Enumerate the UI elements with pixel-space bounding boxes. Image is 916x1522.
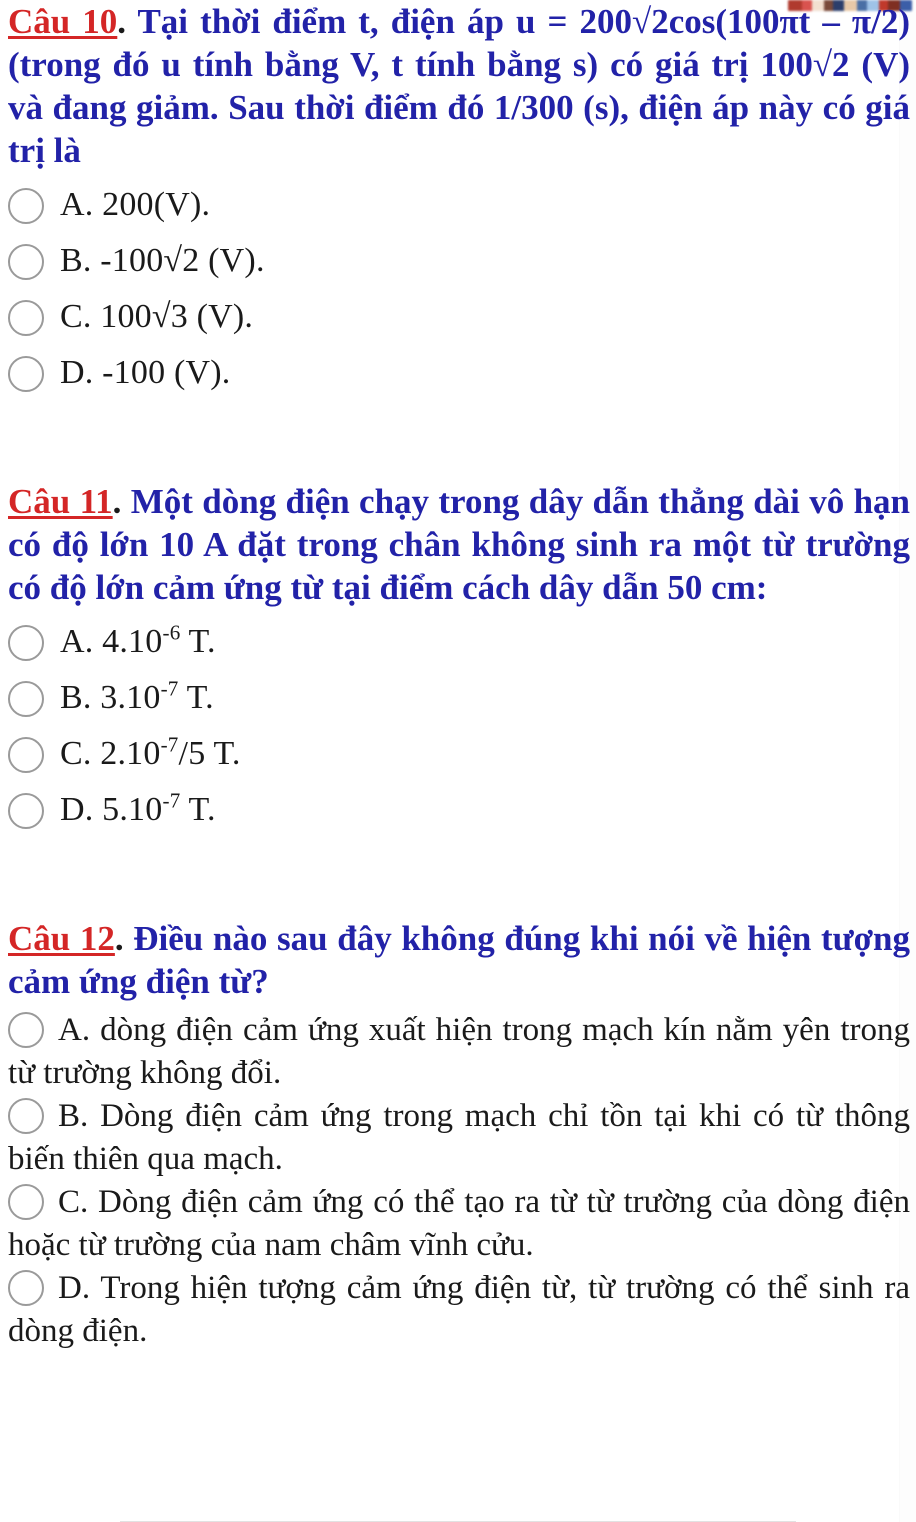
question-label-12: Câu 12 — [8, 919, 115, 958]
option-suffix: T. — [178, 679, 214, 716]
radio-icon[interactable] — [8, 1098, 44, 1134]
option-label: D. -100 (V). — [60, 354, 231, 391]
option-12-d[interactable]: D. Trong hiện tượng cảm ứng điện từ, từ … — [8, 1267, 910, 1353]
option-11-a[interactable]: A. 4.10-6 T. — [8, 615, 910, 669]
radio-icon[interactable] — [8, 793, 44, 829]
option-label: C. 100√3 (V). — [60, 298, 254, 335]
option-prefix: A. 4.10 — [60, 623, 163, 660]
option-11-b[interactable]: B. 3.10-7 T. — [8, 671, 910, 725]
question-block-11: Câu 11. Một dòng điện chạy trong dây dẫn… — [0, 480, 916, 837]
option-label: D. Trong hiện tượng cảm ứng điện từ, từ … — [8, 1270, 910, 1349]
option-suffix: /5 T. — [178, 735, 241, 772]
option-label: B. -100√2 (V). — [60, 242, 265, 279]
option-exponent: -6 — [162, 620, 181, 645]
option-prefix: B. 3.10 — [60, 679, 161, 716]
question-label-10: Câu 10 — [8, 2, 118, 41]
quiz-page: Câu 10. Tại thời điểm t, điện áp u = 200… — [0, 0, 916, 1353]
radio-icon[interactable] — [8, 188, 44, 224]
question-text-10: Tại thời điểm t, điện áp u = 200√2cos(10… — [8, 2, 910, 170]
option-10-a[interactable]: A. 200(V). — [8, 178, 910, 232]
radio-icon[interactable] — [8, 1184, 44, 1220]
option-exponent: -7 — [160, 732, 179, 757]
question-text-11: Một dòng điện chạy trong dây dẫn thẳng d… — [8, 482, 911, 607]
radio-icon[interactable] — [8, 625, 44, 661]
option-exponent: -7 — [162, 788, 181, 813]
option-label: B. Dòng điện cảm ứng trong mạch chỉ tồn … — [8, 1098, 910, 1177]
option-10-d[interactable]: D. -100 (V). — [8, 346, 910, 400]
question-block-12: Câu 12. Điều nào sau đây không đúng khi … — [0, 917, 916, 1353]
question-stem-11: Câu 11. Một dòng điện chạy trong dây dẫn… — [8, 480, 910, 609]
option-prefix: C. 2.10 — [60, 735, 161, 772]
question-gap — [0, 839, 916, 917]
option-exponent: -7 — [160, 676, 179, 701]
radio-icon[interactable] — [8, 1012, 44, 1048]
option-label: C. 2.10-7/5 T. — [60, 732, 241, 772]
question-gap — [0, 402, 916, 480]
radio-icon[interactable] — [8, 1270, 44, 1306]
radio-icon[interactable] — [8, 244, 44, 280]
option-10-c[interactable]: C. 100√3 (V). — [8, 290, 910, 344]
option-suffix: T. — [180, 623, 216, 660]
option-label: C. Dòng điện cảm ứng có thể tạo ra từ từ… — [8, 1184, 910, 1263]
question-block-10: Câu 10. Tại thời điểm t, điện áp u = 200… — [0, 0, 916, 400]
option-label: B. 3.10-7 T. — [60, 676, 214, 716]
option-12-a[interactable]: A. dòng điện cảm ứng xuất hiện trong mạc… — [8, 1009, 910, 1095]
options-list-10: A. 200(V). B. -100√2 (V). C. 100√3 (V). … — [8, 178, 910, 400]
option-12-b[interactable]: B. Dòng điện cảm ứng trong mạch chỉ tồn … — [8, 1095, 910, 1181]
radio-icon[interactable] — [8, 737, 44, 773]
radio-icon[interactable] — [8, 681, 44, 717]
options-list-11: A. 4.10-6 T. B. 3.10-7 T. C. 2.10-7/5 T.… — [8, 615, 910, 837]
question-stem-12: Câu 12. Điều nào sau đây không đúng khi … — [8, 917, 910, 1003]
option-11-d[interactable]: D. 5.10-7 T. — [8, 783, 910, 837]
question-separator-12: . — [114, 919, 124, 958]
option-11-c[interactable]: C. 2.10-7/5 T. — [8, 727, 910, 781]
option-label: A. dòng điện cảm ứng xuất hiện trong mạc… — [8, 1012, 910, 1091]
question-separator-10: . — [117, 2, 127, 41]
option-suffix: T. — [180, 791, 216, 828]
option-12-c[interactable]: C. Dòng điện cảm ứng có thể tạo ra từ từ… — [8, 1181, 910, 1267]
option-prefix: D. 5.10 — [60, 791, 163, 828]
question-text-12: Điều nào sau đây không đúng khi nói về h… — [8, 919, 910, 1001]
question-stem-10: Câu 10. Tại thời điểm t, điện áp u = 200… — [8, 0, 910, 172]
option-label: D. 5.10-7 T. — [60, 788, 216, 828]
radio-icon[interactable] — [8, 300, 44, 336]
question-label-11: Câu 11 — [8, 482, 113, 521]
radio-icon[interactable] — [8, 356, 44, 392]
option-label: A. 4.10-6 T. — [60, 620, 216, 660]
option-label: A. 200(V). — [60, 186, 211, 223]
option-10-b[interactable]: B. -100√2 (V). — [8, 234, 910, 288]
options-list-12: A. dòng điện cảm ứng xuất hiện trong mạc… — [8, 1009, 910, 1353]
